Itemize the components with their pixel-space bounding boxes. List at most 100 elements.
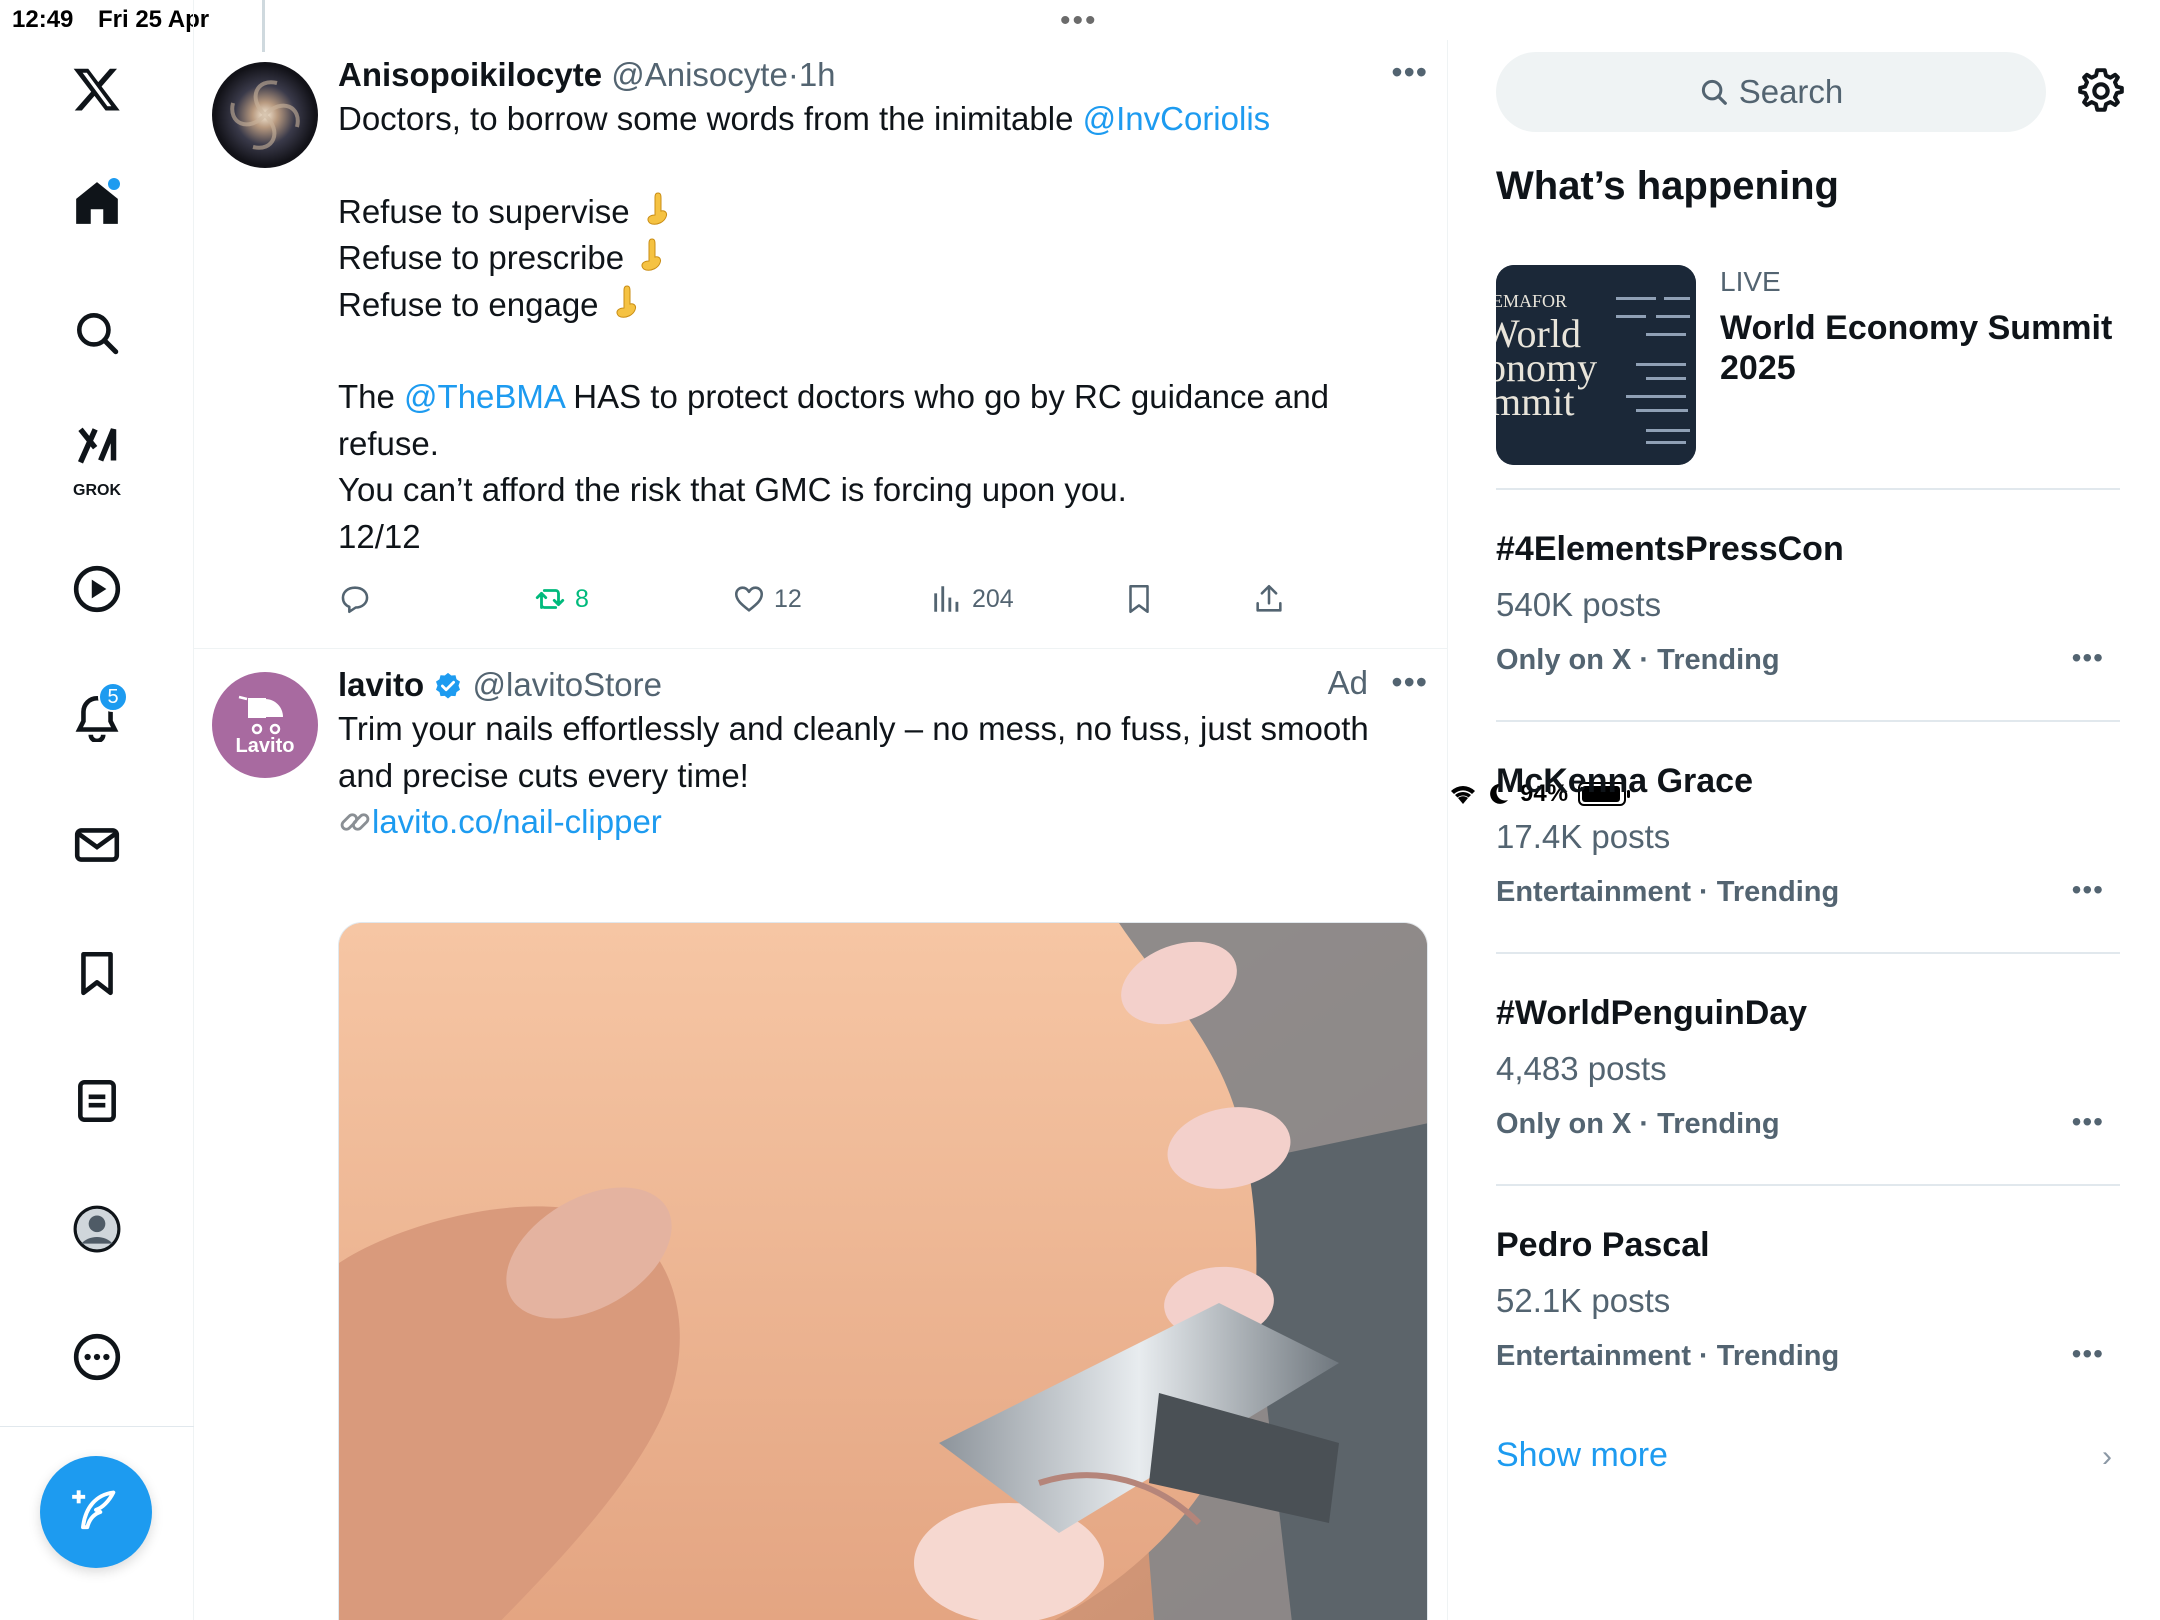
trend-context: Only on X · Trending: [1496, 644, 1780, 676]
trend-divider: [1496, 952, 2120, 954]
bookmark-icon: [1129, 584, 1149, 614]
advertiser-avatar[interactable]: Lavito: [212, 672, 318, 778]
profile-avatar-icon[interactable]: [52, 1184, 142, 1274]
trend-posts: 540K posts: [1496, 586, 1662, 623]
header-separator: ·: [787, 56, 799, 93]
share-upload-icon: [1256, 584, 1282, 612]
lists-icon[interactable]: [52, 1056, 142, 1146]
trend-posts: 52.1K posts: [1496, 1282, 1671, 1319]
tweet-more-icon[interactable]: •••: [1391, 664, 1428, 701]
mention-link[interactable]: @TheBMA: [404, 378, 564, 415]
reply-icon: [341, 586, 369, 614]
tweet-more-icon[interactable]: •••: [1391, 54, 1428, 91]
trend-divider: [1496, 1184, 2120, 1186]
live-event-thumbnail[interactable]: EMAFOR World onomy mmit: [1496, 265, 1696, 465]
trend-item[interactable]: McKenna Grace 17.4K posts Entertainment …: [1496, 762, 2120, 962]
settings-gear-icon[interactable]: [2076, 66, 2126, 116]
search-box[interactable]: Search: [1496, 52, 2046, 132]
author-handle[interactable]: @lavitoStore: [473, 666, 662, 703]
show-more-link[interactable]: Show more: [1496, 1436, 1668, 1475]
retweet-icon: [535, 589, 565, 609]
like-button[interactable]: 12: [732, 582, 802, 616]
trend-item[interactable]: Pedro Pascal 52.1K posts Entertainment ·…: [1496, 1226, 2120, 1426]
tweet-text: Doctors, to borrow some words from the i…: [338, 96, 1428, 560]
hand-emoji-icon: [641, 238, 662, 271]
ad-media-image[interactable]: [338, 922, 1428, 1620]
tweet-header: Anisopoikilocyte @Anisocyte·1h: [338, 54, 1428, 96]
tweet-header: lavito @lavitoStore: [338, 664, 1428, 706]
mention-link[interactable]: @InvCoriolis: [1083, 100, 1271, 137]
notifications-bell-icon[interactable]: 5: [52, 672, 142, 762]
retweet-button[interactable]: 8: [533, 582, 589, 616]
author-name[interactable]: Anisopoikilocyte: [338, 56, 602, 93]
trend-more-icon[interactable]: •••: [2072, 1338, 2104, 1370]
bookmark-nav-icon[interactable]: [52, 928, 142, 1018]
reply-button[interactable]: [338, 582, 372, 616]
trend-posts: 17.4K posts: [1496, 818, 1671, 855]
trend-divider: [1496, 720, 2120, 722]
like-count: 12: [774, 584, 802, 613]
trend-context: Entertainment · Trending: [1496, 1340, 1840, 1372]
more-options-icon[interactable]: [52, 1312, 142, 1402]
author-handle[interactable]: @Anisocyte: [611, 56, 788, 93]
home-icon[interactable]: [52, 158, 142, 248]
nav-divider: [0, 1426, 194, 1427]
share-button[interactable]: [1252, 582, 1286, 616]
trend-item[interactable]: #WorldPenguinDay 4,483 posts Only on X ·…: [1496, 994, 2120, 1194]
whats-happening-heading: What’s happening: [1496, 164, 1839, 208]
tweet-divider: [194, 648, 1447, 649]
views-count: 204: [972, 584, 1014, 613]
chevron-right-icon[interactable]: ›: [2102, 1440, 2112, 1474]
live-event-title[interactable]: World Economy Summit 2025: [1720, 308, 2120, 388]
feather-plus-icon: [72, 1490, 116, 1530]
trend-more-icon[interactable]: •••: [2072, 874, 2104, 906]
bookmark-button[interactable]: [1122, 582, 1156, 616]
trend-divider: [1496, 488, 2120, 490]
advertiser-avatar-text: Lavito: [235, 734, 295, 757]
tweet-text-segment: The: [338, 378, 405, 415]
author-name[interactable]: lavito: [338, 666, 424, 703]
trend-posts: 4,483 posts: [1496, 1050, 1667, 1087]
views-button[interactable]: 204: [930, 582, 1014, 616]
right-sidebar: Search What’s happening EMAFOR World ono…: [1448, 40, 2160, 1620]
home-new-dot: [108, 178, 120, 190]
search-nav-icon[interactable]: [52, 288, 142, 378]
multitask-dots-icon[interactable]: •••: [1060, 4, 1098, 38]
author-avatar[interactable]: [212, 62, 318, 168]
tweet[interactable]: Anisopoikilocyte @Anisocyte·1h ••• Docto…: [194, 40, 1447, 650]
status-bar: 12:49 Fri 25 Apr ••• 94%: [0, 0, 2160, 807]
thumb-line3: mmit: [1496, 379, 1574, 424]
tweet-line: Trim your nails effortlessly and cleanly…: [338, 710, 1369, 794]
live-label: LIVE: [1720, 266, 1781, 297]
compose-post-button[interactable]: [40, 1456, 152, 1568]
trend-title: #WorldPenguinDay: [1496, 994, 1808, 1032]
trend-context: Entertainment · Trending: [1496, 876, 1840, 908]
grok-icon[interactable]: GROK: [52, 410, 142, 500]
trend-item[interactable]: #4ElementsPressCon 540K posts Only on X …: [1496, 530, 2120, 730]
search-icon: [1701, 79, 1727, 105]
video-icon[interactable]: [52, 544, 142, 634]
mail-icon[interactable]: [52, 800, 142, 890]
trend-more-icon[interactable]: •••: [2072, 642, 2104, 674]
tweet-timestamp[interactable]: 1h: [799, 56, 836, 93]
views-chart-icon: [934, 586, 959, 612]
tweet-line: You can’t afford the risk that GMC is fo…: [338, 471, 1127, 508]
trend-more-icon[interactable]: •••: [2072, 1106, 2104, 1138]
tweet-line: 12/12: [338, 517, 421, 555]
left-nav: GROK 5: [0, 0, 194, 1620]
trend-context: Only on X · Trending: [1496, 1108, 1780, 1140]
tweet-text-segment: Doctors, to borrow some words from the i…: [338, 100, 1083, 137]
trend-title: #4ElementsPressCon: [1496, 530, 1844, 568]
verified-badge-icon: [436, 672, 461, 699]
ad-link[interactable]: lavito.co/nail-clipper: [372, 803, 662, 840]
hand-emoji-icon: [616, 284, 636, 318]
promoted-tweet[interactable]: Lavito lavito @lavitoStore Ad ••• Trim y…: [194, 650, 1447, 1620]
tweet-text: Trim your nails effortlessly and cleanly…: [338, 706, 1428, 846]
tweet-actions: 8 12 204: [338, 582, 1282, 622]
trend-title: McKenna Grace: [1496, 762, 1753, 800]
timeline-feed: Anisopoikilocyte @Anisocyte·1h ••• Docto…: [194, 40, 1448, 1620]
tweet-line: Refuse to supervise: [338, 192, 630, 230]
x-logo-icon[interactable]: [52, 44, 142, 134]
hand-emoji-icon: [647, 191, 667, 225]
search-placeholder: Search: [1738, 73, 1844, 110]
